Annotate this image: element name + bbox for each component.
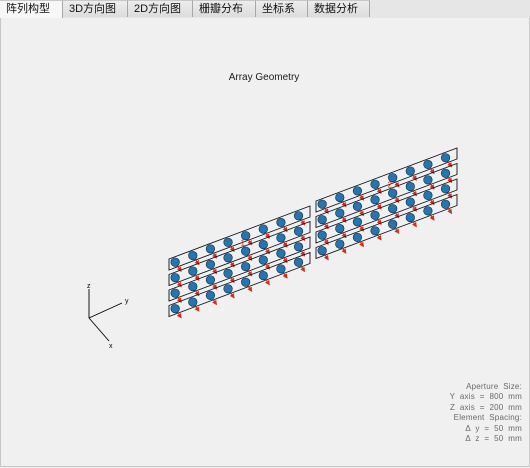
array-element	[293, 211, 304, 221]
array-element	[188, 266, 198, 276]
array-element	[317, 246, 327, 256]
array-element	[293, 226, 304, 236]
array-element	[205, 290, 216, 301]
aperture-y: Y axis = 800 mm	[449, 392, 522, 402]
array-element	[276, 233, 286, 243]
array-element	[258, 270, 268, 281]
array-element	[188, 250, 198, 261]
tab-bar: 阵列构型 3D方向图 2D方向图 栅瓣分布 坐标系 数据分析	[0, 0, 530, 19]
array-element	[405, 181, 415, 192]
array-element	[241, 277, 251, 287]
aperture-z: Z axis = 200 mm	[449, 402, 522, 412]
array-element	[205, 275, 216, 285]
array-element	[223, 253, 233, 263]
array-element	[170, 257, 180, 267]
z-axis-label: z	[87, 283, 91, 290]
element-spacing-label: Element Spacing:	[453, 413, 522, 423]
array-element	[335, 208, 345, 218]
x-axis-label: x	[109, 343, 113, 350]
aperture-size-label: Aperture Size:	[466, 382, 522, 391]
array-element	[423, 175, 433, 185]
array-element	[423, 190, 433, 201]
array-element	[388, 188, 398, 198]
tab-coordinate-system[interactable]: 坐标系	[256, 0, 308, 17]
tab-2d-pattern[interactable]: 2D方向图	[128, 0, 193, 17]
array-element	[370, 179, 380, 189]
array-element	[258, 239, 268, 250]
array-element	[423, 206, 433, 216]
subarray-label: 2	[388, 181, 393, 190]
array-element	[188, 297, 198, 307]
subarray-1: 1	[168, 205, 311, 319]
array-element	[276, 217, 286, 228]
antenna-array: 12	[168, 147, 458, 319]
tab-grating-lobes[interactable]: 栅瓣分布	[193, 0, 256, 17]
array-element	[293, 242, 304, 252]
array-element	[205, 259, 216, 270]
array-element	[405, 212, 415, 223]
array-element	[241, 246, 251, 256]
array-element	[388, 219, 398, 229]
array-element	[440, 199, 451, 209]
array-element	[205, 244, 216, 254]
array-element	[258, 224, 268, 234]
array-element	[388, 204, 398, 214]
array-element	[258, 255, 268, 265]
array-element	[440, 168, 451, 178]
array-element	[317, 230, 327, 240]
array-element	[317, 215, 327, 225]
array-element	[440, 153, 451, 163]
array-element	[370, 226, 380, 236]
array-element	[170, 273, 180, 283]
array-element	[223, 268, 233, 278]
plot-title: Array Geometry	[229, 72, 300, 83]
array-element	[170, 288, 180, 298]
array-element	[317, 199, 327, 209]
array-element	[293, 257, 304, 267]
subarray-label: 1	[241, 239, 246, 248]
array-element	[335, 192, 345, 203]
array-element	[370, 195, 380, 205]
array-element	[170, 304, 180, 314]
array-element	[352, 186, 363, 196]
plot-panel: Array Geometry 12 z y x Aperture Size: Y…	[0, 18, 530, 467]
array-element	[241, 262, 251, 272]
x-axis-line	[88, 317, 110, 342]
array-element	[405, 166, 415, 176]
array-element	[405, 197, 415, 207]
axis-triad	[88, 289, 123, 342]
array-element	[188, 281, 198, 292]
spacing-dz: Δ z = 50 mm	[465, 434, 522, 444]
array-element	[370, 210, 380, 220]
array-info: Aperture Size: Y axis = 800 mm Z axis = …	[450, 382, 522, 444]
spacing-dy: Δ y = 50 mm	[465, 423, 522, 433]
tab-data-analysis[interactable]: 数据分析	[308, 0, 370, 17]
array-element	[352, 201, 363, 212]
y-axis-line	[88, 302, 123, 319]
array-element	[276, 248, 286, 259]
array-element	[352, 232, 363, 243]
array-element	[440, 184, 451, 194]
array-element	[335, 239, 345, 249]
tab-3d-pattern[interactable]: 3D方向图	[63, 0, 128, 17]
subarray-2: 2	[315, 147, 458, 261]
array-element	[423, 159, 433, 170]
array-element	[352, 217, 363, 227]
array-element	[223, 237, 233, 247]
y-axis-label: y	[125, 298, 129, 305]
array-element	[276, 264, 286, 274]
array-element	[223, 284, 233, 294]
tab-array-geometry[interactable]: 阵列构型	[0, 0, 63, 19]
array-element	[335, 223, 345, 234]
